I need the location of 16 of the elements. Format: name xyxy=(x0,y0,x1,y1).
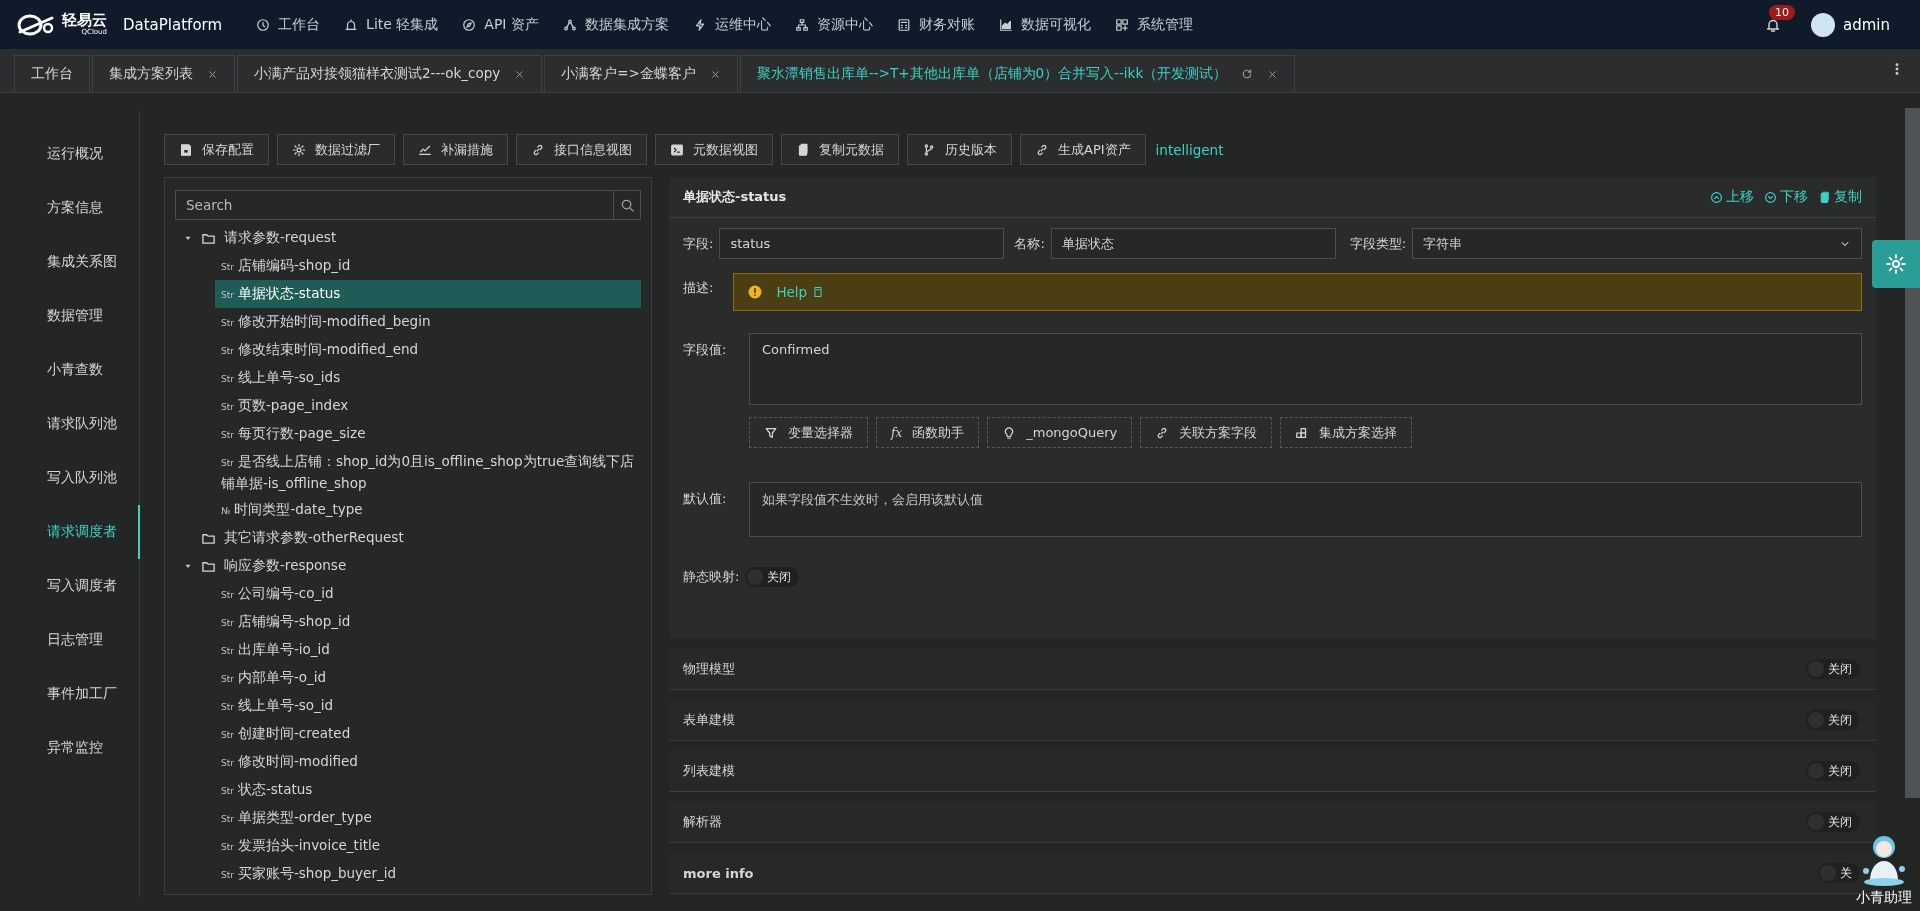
name-label: 名称: xyxy=(1014,234,1045,253)
type-label: 字段类型: xyxy=(1349,234,1407,253)
section-title: more info xyxy=(683,865,754,881)
value-label: 字段值: xyxy=(683,341,728,359)
section-title: 表单建模 xyxy=(683,711,735,729)
section-title: 解析器 xyxy=(683,813,722,831)
notification-badge: 10 xyxy=(1769,4,1795,20)
section-title: 列表建模 xyxy=(683,762,735,780)
field-title: 单据状态-status xyxy=(683,188,787,206)
default-label: 默认值: xyxy=(683,490,728,508)
description-label: 描述: xyxy=(683,279,714,297)
section-title: 物理模型 xyxy=(683,660,735,678)
mapping-label: 静态映射: xyxy=(683,568,740,586)
brand-name: 轻易云 xyxy=(62,13,107,28)
product-name: DataPlatform xyxy=(123,15,223,34)
field-label: 字段: xyxy=(683,234,714,253)
